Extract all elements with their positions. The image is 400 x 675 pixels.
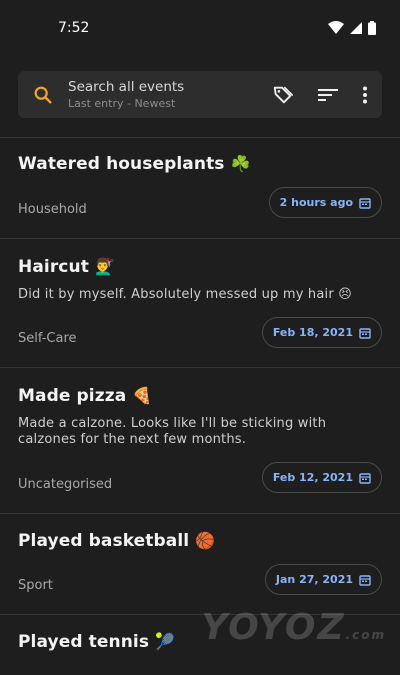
event-description: Made a calzone. Looks like I'll be stick… <box>18 416 382 448</box>
event-emoji: 💇‍♂️ <box>95 257 115 276</box>
event-emoji: 🏀 <box>195 531 215 550</box>
event-category: Household <box>18 202 87 217</box>
event-emoji: ☘️ <box>231 154 251 173</box>
sort-icon[interactable] <box>318 87 338 103</box>
date-chip[interactable]: Feb 18, 2021 <box>262 317 382 348</box>
event-list: Watered houseplants ☘️ Household 2 hours… <box>0 137 400 675</box>
cell-signal-icon <box>350 22 362 34</box>
date-chip-label: 2 hours ago <box>280 196 353 209</box>
date-chip[interactable]: Jan 27, 2021 <box>265 564 382 595</box>
status-icons <box>328 21 376 35</box>
calendar-icon <box>359 574 371 586</box>
list-item[interactable]: Played basketball 🏀 Sport Jan 27, 2021 <box>0 514 400 614</box>
search-icon <box>32 84 54 106</box>
event-emoji: 🍕 <box>132 386 152 405</box>
event-title: Haircut 💇‍♂️ <box>18 239 382 277</box>
watermark-main: YOYOZ <box>201 607 345 648</box>
date-chip-label: Feb 12, 2021 <box>273 471 353 484</box>
event-title-text: Made pizza <box>18 386 126 406</box>
event-title: Made pizza 🍕 <box>18 368 382 406</box>
date-chip[interactable]: 2 hours ago <box>269 187 382 218</box>
watermark-suffix: .com <box>346 628 386 642</box>
event-description: Did it by myself. Absolutely messed up m… <box>18 287 382 303</box>
wifi-icon <box>328 21 344 35</box>
calendar-icon <box>359 197 371 209</box>
search-bar[interactable]: Search all events Last entry - Newest <box>18 71 382 118</box>
status-time: 7:52 <box>58 20 89 36</box>
search-actions <box>272 84 368 106</box>
list-item[interactable]: Made pizza 🍕 Made a calzone. Looks like … <box>0 368 400 513</box>
battery-icon <box>368 21 376 35</box>
event-title: Watered houseplants ☘️ <box>18 138 382 174</box>
search-texts[interactable]: Search all events Last entry - Newest <box>68 79 272 111</box>
date-chip-label: Jan 27, 2021 <box>276 573 353 586</box>
event-emoji: 🎾 <box>155 632 175 651</box>
calendar-icon <box>359 327 371 339</box>
event-title-text: Played tennis <box>18 632 149 652</box>
status-bar: 7:52 <box>0 0 400 56</box>
watermark-logo: YOYOZ.com <box>201 607 386 648</box>
more-vert-icon[interactable] <box>362 86 368 104</box>
event-category: Self-Care <box>18 331 77 346</box>
event-title-text: Watered houseplants <box>18 154 225 174</box>
event-category: Sport <box>18 578 53 593</box>
event-category: Uncategorised <box>18 477 112 492</box>
event-title-text: Haircut <box>18 257 89 277</box>
event-title-text: Played basketball <box>18 531 189 551</box>
date-chip-label: Feb 18, 2021 <box>273 326 353 339</box>
date-chip[interactable]: Feb 12, 2021 <box>262 462 382 493</box>
event-title: Played basketball 🏀 <box>18 514 382 551</box>
search-placeholder: Search all events <box>68 79 272 96</box>
list-item[interactable]: Haircut 💇‍♂️ Did it by myself. Absolutel… <box>0 239 400 367</box>
tag-icon[interactable] <box>272 84 294 106</box>
search-sort-hint: Last entry - Newest <box>68 96 272 111</box>
list-item[interactable]: Watered houseplants ☘️ Household 2 hours… <box>0 138 400 238</box>
calendar-icon <box>359 472 371 484</box>
